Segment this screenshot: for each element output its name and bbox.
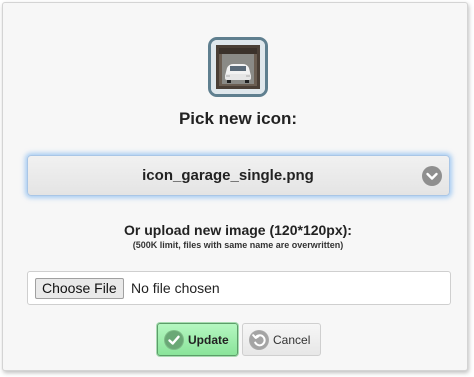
icon-select[interactable]: icon_garage_single.png bbox=[27, 155, 450, 196]
file-status-text: No file chosen bbox=[131, 280, 220, 296]
cancel-button-label: Cancel bbox=[273, 333, 311, 347]
change-icon-dialog: Pick new icon: icon_garage_single.png Or… bbox=[2, 2, 468, 371]
cancel-button[interactable]: Cancel bbox=[242, 323, 321, 356]
undo-icon bbox=[249, 330, 269, 350]
update-button-label: Update bbox=[188, 333, 229, 347]
update-button[interactable]: Update bbox=[157, 323, 238, 356]
choose-file-button[interactable]: Choose File bbox=[35, 278, 124, 299]
check-icon bbox=[164, 330, 184, 350]
pick-icon-title: Pick new icon: bbox=[178, 109, 298, 128]
upload-title: Or upload new image (120*120px): bbox=[124, 222, 352, 238]
icon-select-value: icon_garage_single.png bbox=[142, 167, 314, 184]
file-input[interactable]: Choose File No file chosen bbox=[27, 271, 451, 305]
garage-single-icon bbox=[211, 40, 265, 94]
chevron-down-icon bbox=[422, 166, 442, 186]
current-icon-preview bbox=[208, 37, 268, 97]
upload-note: (500K limit, files with same name are ov… bbox=[132, 240, 344, 250]
